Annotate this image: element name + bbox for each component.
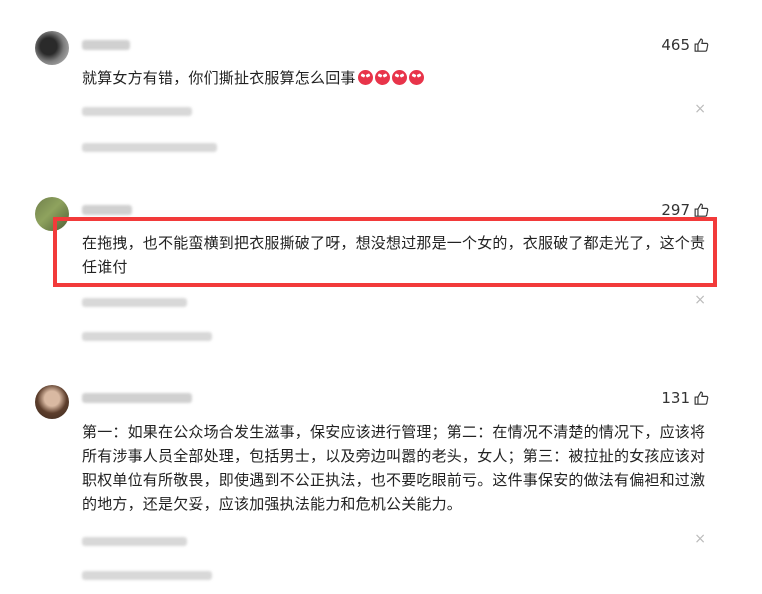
thumbs-up-icon	[694, 203, 709, 217]
username-blurred[interactable]	[82, 40, 130, 50]
thumbs-up-icon	[694, 38, 709, 52]
username-blurred[interactable]	[82, 205, 132, 215]
close-icon[interactable]: ×	[694, 292, 706, 308]
highlight-box	[53, 217, 717, 287]
avatar[interactable]	[35, 385, 69, 419]
angry-face-emoji-icon	[391, 70, 407, 85]
like-count: 465	[661, 36, 690, 54]
avatar[interactable]	[35, 31, 69, 65]
reply-link-blurred[interactable]	[82, 143, 217, 152]
like-button[interactable]: 131	[661, 389, 710, 407]
reply-meta-blurred	[82, 298, 187, 307]
like-count: 131	[661, 389, 690, 407]
close-icon[interactable]: ×	[694, 101, 706, 117]
angry-face-emoji-icon	[357, 70, 373, 85]
username-blurred[interactable]	[82, 393, 192, 403]
angry-face-emoji-icon	[374, 70, 390, 85]
close-icon[interactable]: ×	[694, 531, 706, 547]
angry-face-emoji-icon	[408, 70, 424, 85]
reply-meta-blurred	[82, 537, 187, 546]
comment-text: 第一：如果在公众场合发生滋事，保安应该进行管理；第二：在情况不清楚的情况下，应该…	[82, 423, 706, 513]
comment-text: 就算女方有错，你们撕扯衣服算怎么回事	[82, 66, 712, 90]
reply-link-blurred[interactable]	[82, 571, 212, 580]
thumbs-up-icon	[694, 391, 709, 405]
reply-link-blurred[interactable]	[82, 332, 212, 341]
like-button[interactable]: 465	[661, 36, 710, 54]
reply-meta-blurred	[82, 107, 192, 116]
